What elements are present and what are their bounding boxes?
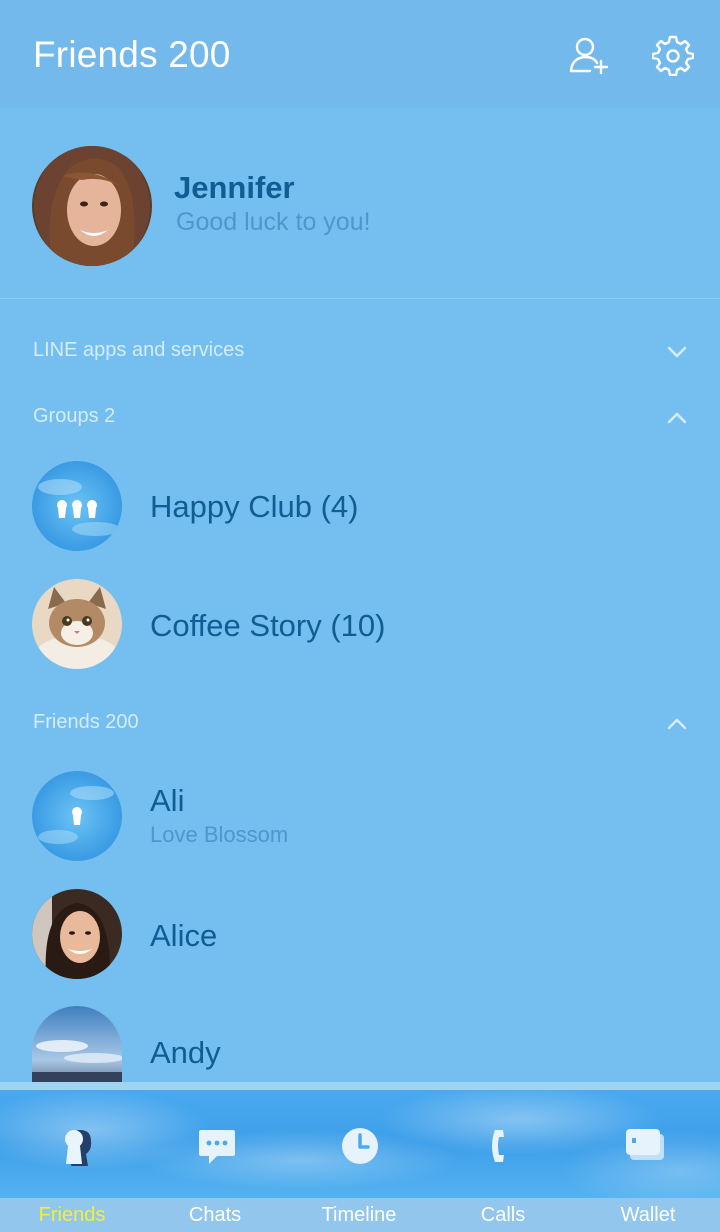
page-title: Friends 200 bbox=[33, 34, 231, 75]
chevron-up-icon[interactable] bbox=[664, 410, 690, 426]
bottom-tab-bar bbox=[0, 1090, 720, 1198]
tab-chats[interactable]: Chats bbox=[143, 1204, 287, 1227]
tab-timeline[interactable]: Timeline bbox=[287, 1204, 431, 1227]
tabbar-divider bbox=[0, 1082, 720, 1090]
friend-name: Ali bbox=[150, 783, 185, 818]
friend-name: Andy bbox=[150, 1035, 221, 1070]
tab-wallet[interactable]: Wallet bbox=[576, 1204, 720, 1227]
friend-avatar bbox=[32, 771, 122, 861]
group-name: Coffee Story (10) bbox=[150, 608, 386, 643]
section-header-friends[interactable]: Friends 200 bbox=[33, 711, 139, 734]
divider bbox=[0, 298, 720, 299]
group-row-coffee-story[interactable]: Coffee Story (10) bbox=[0, 574, 720, 674]
group-name: Happy Club (4) bbox=[150, 489, 359, 524]
tab-label-strip: Friends Chats Timeline Calls Wallet bbox=[0, 1198, 720, 1232]
clock-icon[interactable] bbox=[338, 1124, 382, 1168]
section-header-services[interactable]: LINE apps and services bbox=[33, 339, 244, 362]
phone-icon[interactable] bbox=[481, 1124, 525, 1168]
friend-avatar bbox=[32, 889, 122, 979]
profile-avatar[interactable] bbox=[32, 146, 152, 266]
friend-name: Alice bbox=[150, 918, 218, 953]
friend-row-ali[interactable]: Ali Love Blossom bbox=[0, 766, 720, 866]
group-row-happy-club[interactable]: Happy Club (4) bbox=[0, 456, 720, 556]
chevron-up-icon[interactable] bbox=[664, 716, 690, 732]
profile-status-message: Good luck to you! bbox=[176, 208, 371, 236]
wallet-icon[interactable] bbox=[624, 1124, 668, 1168]
group-avatar bbox=[32, 461, 122, 551]
chat-bubble-icon[interactable] bbox=[195, 1124, 239, 1168]
my-profile[interactable]: Jennifer Good luck to you! bbox=[0, 108, 720, 298]
friend-avatar bbox=[32, 1006, 122, 1082]
profile-name: Jennifer bbox=[174, 170, 295, 205]
header-bar: Friends 200 bbox=[0, 0, 720, 108]
friend-status-message: Love Blossom bbox=[150, 822, 289, 847]
add-friend-icon[interactable] bbox=[568, 34, 610, 76]
tab-calls[interactable]: Calls bbox=[431, 1204, 575, 1227]
person-keyhole-icon[interactable] bbox=[52, 1124, 96, 1168]
group-avatar bbox=[32, 579, 122, 669]
settings-gear-icon[interactable] bbox=[652, 34, 694, 76]
friend-row-alice[interactable]: Alice bbox=[0, 884, 720, 984]
chevron-down-icon[interactable] bbox=[664, 344, 690, 360]
tab-friends[interactable]: Friends bbox=[0, 1204, 144, 1227]
section-header-groups[interactable]: Groups 2 bbox=[33, 405, 115, 428]
